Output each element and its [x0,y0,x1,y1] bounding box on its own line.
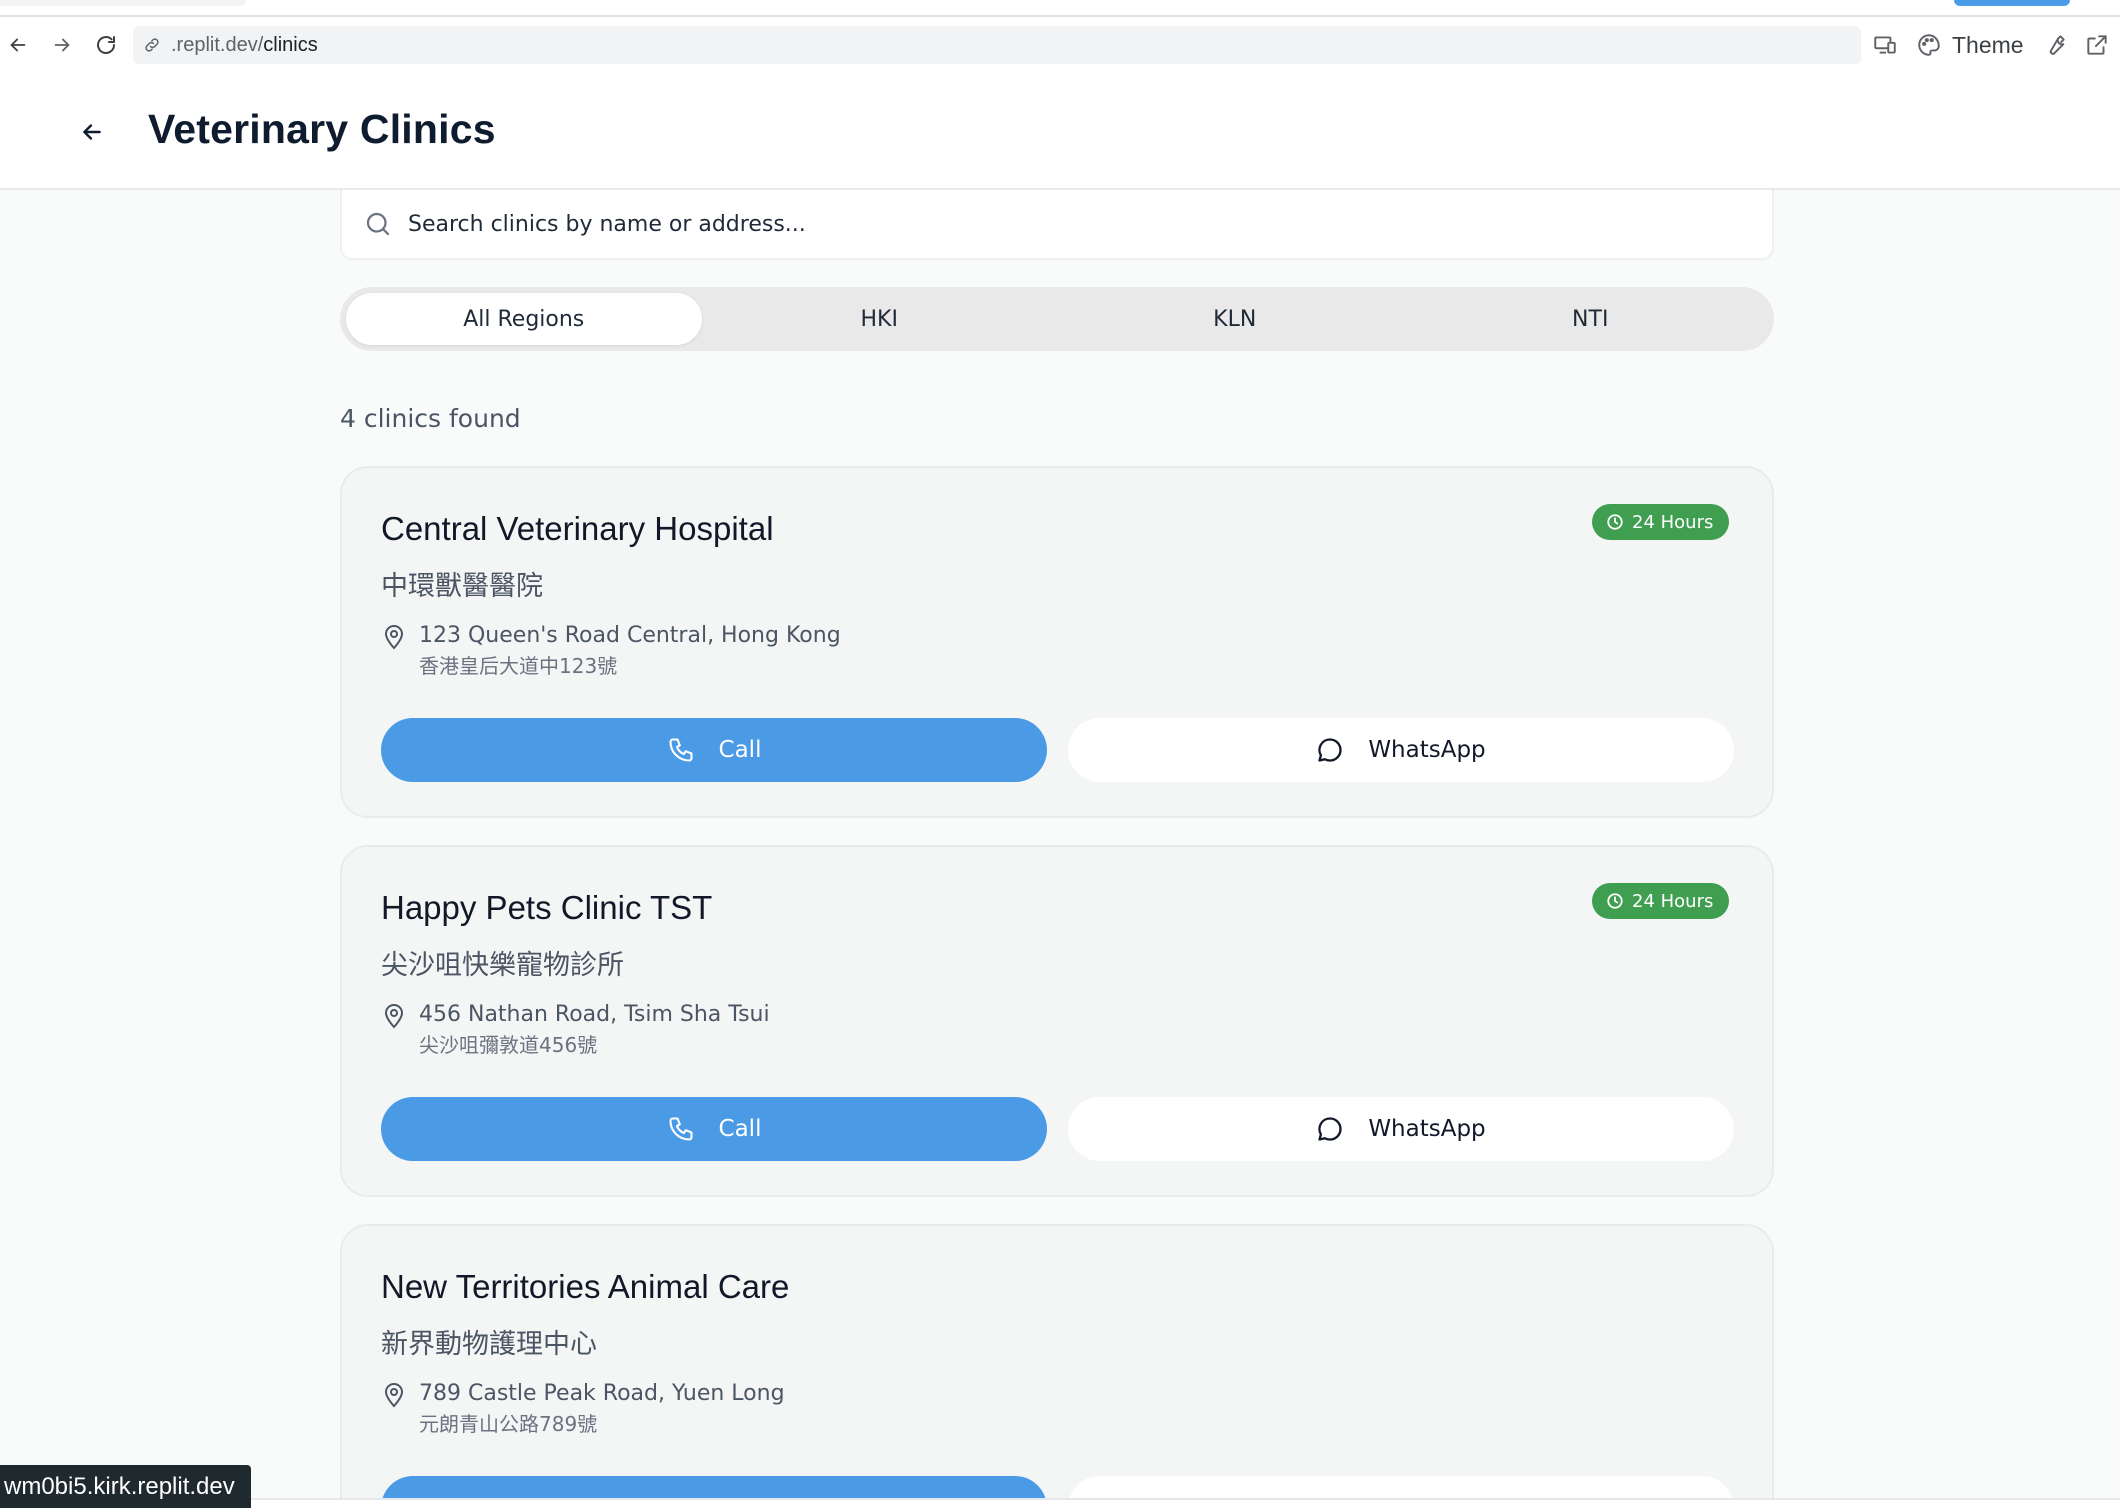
forward-arrow-icon [54,38,70,52]
reload-icon [97,36,115,54]
call-label: Call [718,1116,762,1142]
address-english: 456 Nathan Road, Tsim Sha Tsui [419,1002,770,1027]
search-icon [362,208,394,240]
back-arrow-icon [83,124,101,140]
address-bar[interactable]: .replit.dev/clinics [133,26,1861,64]
result-count: 4 clinics found [340,404,521,433]
external-link-icon [2087,35,2107,55]
clinic-card: New Territories Animal Care 新界動物護理中心 789… [340,1224,1774,1508]
call-button[interactable]: Call [381,718,1047,782]
address-chinese: 香港皇后大道中123號 [419,654,618,678]
search-input[interactable] [408,211,1708,237]
tab-all-regions[interactable]: All Regions [346,293,702,345]
clock-icon [1606,892,1624,910]
wrench-icon [2049,35,2065,55]
status-bar-url: wm0bi5.kirk.replit.dev [0,1465,251,1508]
tab-nti[interactable]: NTI [1413,293,1769,345]
24-hours-badge: 24 Hours [1592,883,1730,919]
whatsapp-button[interactable]: WhatsApp [1068,1097,1734,1161]
clinic-address: 456 Nathan Road, Tsim Sha Tsui 尖沙咀彌敦道456… [381,999,770,1061]
chat-bubble-icon [1316,1115,1344,1143]
map-pin-icon [381,1380,407,1410]
clinic-address: 123 Queen's Road Central, Hong Kong 香港皇后… [381,620,841,682]
devices-button[interactable] [1872,25,1898,65]
page-title: Veterinary Clinics [148,106,496,152]
whatsapp-label: WhatsApp [1368,737,1486,763]
browser-tab-strip [0,0,2120,17]
back-arrow-icon [10,38,26,52]
search-bar[interactable] [340,190,1774,260]
app-header: Veterinary Clinics [0,73,2120,190]
link-icon [143,34,165,56]
back-button[interactable] [70,110,114,154]
url-text: .replit.dev/clinics [171,34,318,57]
browser-toolbar: .replit.dev/clinics Theme [0,17,2120,73]
whatsapp-button[interactable]: WhatsApp [1068,718,1734,782]
browser-action-button[interactable] [1954,0,2070,6]
clinic-name-chinese: 尖沙咀快樂寵物診所 [381,950,624,981]
clinic-address: 789 Castle Peak Road, Yuen Long 元朗青山公路78… [381,1378,785,1440]
clinic-name-chinese: 新界動物護理中心 [381,1329,597,1360]
24-hours-badge: 24 Hours [1592,504,1730,540]
address-chinese: 元朗青山公路789號 [419,1412,598,1436]
clinic-name: Central Veterinary Hospital [381,510,774,547]
map-pin-icon [381,622,407,652]
tools-button[interactable] [2042,25,2068,65]
call-label: Call [718,737,762,763]
page-bottom-edge [0,1498,2120,1508]
browser-forward-button[interactable] [44,27,80,63]
phone-icon [667,1115,695,1143]
badge-label: 24 Hours [1632,511,1714,533]
clinic-card: Central Veterinary Hospital 中環獸醫醫院 123 Q… [340,466,1774,818]
clinic-name: New Territories Animal Care [381,1268,790,1305]
whatsapp-label: WhatsApp [1368,1116,1486,1142]
phone-icon [667,736,695,764]
clinic-name: Happy Pets Clinic TST [381,889,713,926]
url-host: .replit.dev/ [171,33,264,56]
main-content: All Regions HKI KLN NTI 4 clinics found … [0,190,2120,1508]
clinic-name-chinese: 中環獸醫醫院 [381,571,543,602]
browser-reload-button[interactable] [88,27,124,63]
address-chinese: 尖沙咀彌敦道456號 [419,1033,598,1057]
browser-back-button[interactable] [0,27,36,63]
devices-icon [1874,36,1896,54]
map-pin-icon [381,1001,407,1031]
tab-kln[interactable]: KLN [1057,293,1413,345]
browser-tab[interactable] [0,0,246,6]
call-button[interactable]: Call [381,1097,1047,1161]
theme-label: Theme [1952,31,2024,58]
tab-hki[interactable]: HKI [702,293,1058,345]
region-filter-tabs: All Regions HKI KLN NTI [340,287,1774,351]
chat-bubble-icon [1316,736,1344,764]
address-english: 123 Queen's Road Central, Hong Kong [419,623,841,648]
clinic-card: Happy Pets Clinic TST 尖沙咀快樂寵物診所 456 Nath… [340,845,1774,1197]
address-english: 789 Castle Peak Road, Yuen Long [419,1381,785,1406]
url-path: clinics [263,33,318,56]
palette-icon [1918,34,1940,56]
theme-button[interactable]: Theme [1916,25,2024,65]
open-external-button[interactable] [2084,25,2110,65]
clock-icon [1606,513,1624,531]
badge-label: 24 Hours [1632,890,1714,912]
